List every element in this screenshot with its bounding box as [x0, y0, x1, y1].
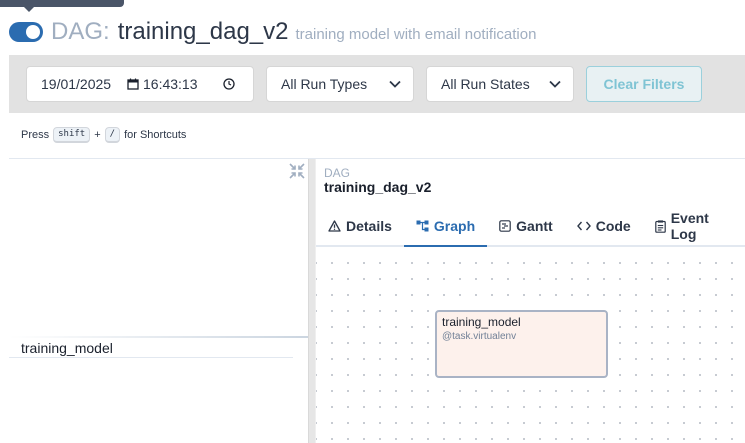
event-log-icon: [654, 219, 666, 233]
graph-task-node[interactable]: training_model @task.virtualenv: [435, 310, 608, 378]
tab-label: Details: [346, 218, 392, 234]
dag-pause-toggle[interactable]: [9, 22, 43, 42]
detail-tabs: Details Graph Gantt Code Event Log: [316, 207, 745, 247]
filter-bar: 19/01/2025 16:43:13 All Run Types All Ru…: [9, 55, 745, 113]
grid-task-row[interactable]: training_model: [9, 338, 293, 358]
run-state-select[interactable]: All Run States: [426, 66, 574, 102]
dag-title: training_dag_v2: [117, 18, 289, 45]
breadcrumb-label: DAG: [324, 166, 351, 180]
tab-label: Graph: [433, 218, 476, 234]
shortcuts-plus: +: [94, 129, 101, 141]
collapse-icon[interactable]: [289, 163, 305, 179]
tab-label: Gantt: [516, 218, 553, 234]
time-value: 16:43:13: [143, 76, 198, 92]
toggle-knob: [26, 25, 40, 39]
clock-icon[interactable]: [223, 78, 235, 90]
run-type-select[interactable]: All Run Types: [266, 66, 414, 102]
run-type-value: All Run Types: [281, 76, 368, 92]
gantt-icon: [499, 220, 511, 232]
breadcrumb-dag-name[interactable]: training_dag_v2: [324, 179, 431, 195]
task-node-operator: @task.virtualenv: [442, 331, 517, 342]
tab-details[interactable]: Details: [316, 207, 404, 245]
app-root: DAG: training_dag_v2 training model with…: [0, 0, 745, 443]
tab-event-log[interactable]: Event Log: [643, 207, 745, 245]
page-header: DAG: training_dag_v2 training model with…: [0, 12, 745, 52]
chevron-down-icon: [389, 80, 401, 88]
run-state-value: All Run States: [441, 76, 530, 92]
tab-label: Code: [595, 218, 631, 234]
divider: [9, 158, 745, 159]
dag-prefix-label: DAG:: [51, 18, 110, 45]
tooltip: [0, 0, 124, 7]
slash-key: /: [104, 127, 121, 143]
shortcuts-press: Press: [21, 129, 50, 141]
tab-label: Event Log: [670, 210, 709, 242]
tab-code[interactable]: Code: [565, 207, 643, 245]
dag-description: training model with email notification: [295, 26, 537, 43]
code-icon: [576, 221, 591, 231]
pane-resize-handle[interactable]: [308, 159, 316, 443]
tab-graph[interactable]: Graph: [403, 207, 488, 247]
clear-filters-button[interactable]: Clear Filters: [586, 66, 702, 102]
task-node-title: training_model: [442, 315, 521, 329]
chevron-down-icon: [549, 80, 561, 88]
tab-gantt[interactable]: Gantt: [487, 207, 565, 245]
date-value: 19/01/2025: [41, 76, 112, 92]
shortcuts-suffix: for Shortcuts: [124, 129, 187, 141]
warning-triangle-icon: [328, 220, 341, 232]
shift-key: shift: [53, 127, 91, 143]
calendar-icon[interactable]: [127, 78, 139, 90]
shortcuts-hint: Press shift + / for Shortcuts: [21, 127, 186, 143]
graph-icon: [416, 220, 429, 232]
execution-date-input[interactable]: 19/01/2025 16:43:13: [26, 66, 254, 102]
